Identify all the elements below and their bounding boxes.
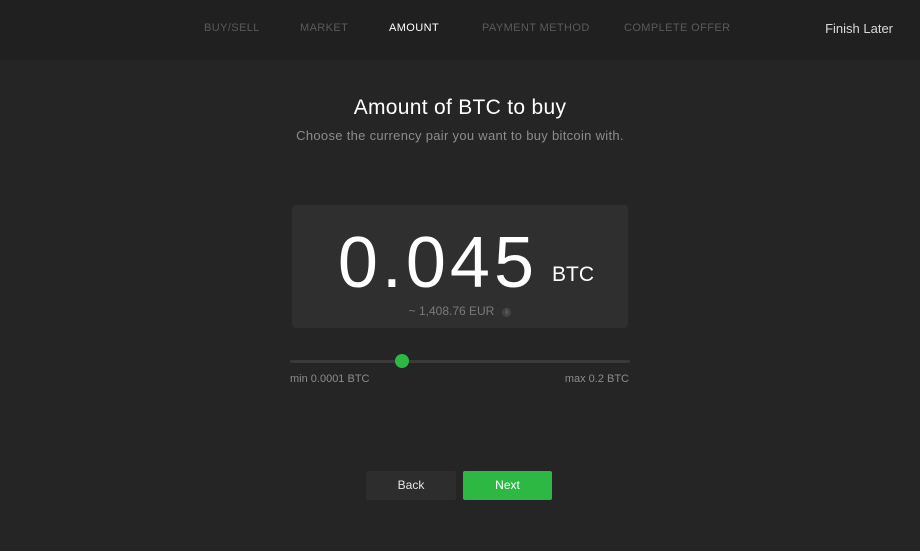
amount-slider-track[interactable] [290,360,630,363]
step-market: MARKET [300,22,349,34]
slider-max-label: max 0.2 BTC [564,373,629,385]
step-buy-sell: BUY/SELL [204,22,260,34]
amount-unit: BTC [552,263,594,286]
back-button[interactable]: Back [366,471,456,500]
amount-slider-thumb[interactable] [395,354,410,368]
fiat-equivalent: ~ 1,408.76 EUR i [292,304,628,318]
amount-value[interactable]: 0.045 [292,223,538,303]
page-subtitle: Choose the currency pair you want to buy… [296,128,624,143]
next-button[interactable]: Next [463,471,552,500]
step-amount: AMOUNT [389,22,440,34]
info-icon[interactable]: i [502,308,512,317]
finish-later-link[interactable]: Finish Later [825,21,893,36]
step-payment-method: PAYMENT METHOD [482,22,590,34]
slider-min-label: min 0.0001 BTC [290,373,370,385]
step-complete-offer: COMPLETE OFFER [624,22,731,34]
amount-display: 0.045 BTC ~ 1,408.76 EUR i [292,205,628,328]
step-navigation-bar: BUY/SELL MARKET AMOUNT PAYMENT METHOD CO… [0,0,920,60]
page-title: Amount of BTC to buy [353,96,567,119]
fiat-value: ~ 1,408.76 EUR [408,304,495,318]
